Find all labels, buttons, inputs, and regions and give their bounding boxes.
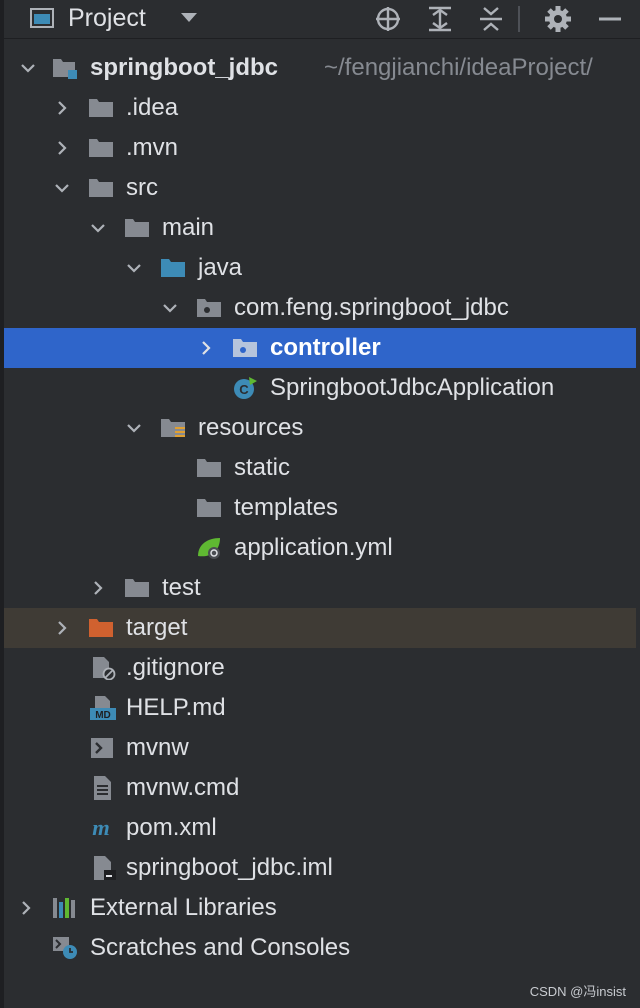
spring-config-icon	[198, 538, 220, 559]
tree-row-gitignore[interactable]: .gitignore	[4, 648, 636, 688]
tree-row-application-yml[interactable]: application.yml	[4, 528, 636, 568]
chevron-right-icon[interactable]	[90, 580, 106, 596]
project-panel-icon[interactable]	[30, 8, 54, 28]
gitignore-label: .gitignore	[126, 654, 225, 681]
chevron-down-icon[interactable]	[162, 300, 178, 316]
chevron-right-icon[interactable]	[18, 900, 34, 916]
chevron-down-icon[interactable]	[90, 220, 106, 236]
tree-row-test[interactable]: test	[4, 568, 636, 608]
tree-row-mvnw[interactable]: mvnw	[4, 728, 636, 768]
resources-label: resources	[198, 414, 304, 441]
tree-row-main[interactable]: main	[4, 208, 636, 248]
project-toolbar: Project	[0, 0, 640, 39]
folder-icon	[89, 139, 113, 157]
help-label: HELP.md	[126, 694, 226, 721]
idea-label: .idea	[126, 94, 179, 121]
chevron-right-icon[interactable]	[54, 100, 70, 116]
application-yml-label: application.yml	[234, 534, 393, 561]
tree-row-scratches[interactable]: Scratches and Consoles	[4, 928, 636, 968]
tree-row-templates[interactable]: templates	[4, 488, 636, 528]
chevron-down-icon[interactable]	[54, 180, 70, 196]
tree-row-idea[interactable]: .idea	[4, 88, 636, 128]
collapse-all-icon[interactable]	[477, 5, 505, 33]
toolbar-separator	[518, 6, 520, 32]
static-label: static	[234, 454, 291, 481]
package-icon	[197, 299, 221, 317]
folder-icon	[197, 459, 221, 477]
test-label: test	[162, 574, 201, 601]
svg-text:MD: MD	[95, 710, 111, 720]
folder-icon	[125, 579, 149, 597]
src-label: src	[126, 174, 158, 201]
shell-script-icon	[91, 738, 113, 758]
java-label: java	[198, 254, 243, 281]
spring-boot-class-icon: C	[234, 377, 257, 399]
templates-label: templates	[234, 494, 339, 521]
tree-row-package[interactable]: com.feng.springboot_jdbc	[4, 288, 636, 328]
tree-row-src[interactable]: src	[4, 168, 636, 208]
tree-row-help[interactable]: MD HELP.md	[4, 688, 636, 728]
chevron-down-icon[interactable]	[20, 60, 36, 76]
ignore-file-icon	[93, 657, 116, 680]
iml-label: springboot_jdbc.iml	[126, 854, 333, 881]
chevron-right-icon[interactable]	[198, 340, 214, 356]
scratches-icon	[53, 937, 77, 959]
tree-row-controller[interactable]: controller	[4, 328, 636, 368]
application-class-label: SpringbootJdbcApplication	[270, 374, 555, 401]
folder-icon	[197, 499, 221, 517]
svg-text:C: C	[239, 382, 249, 397]
svg-text:m: m	[92, 816, 110, 840]
tree-row-application-class[interactable]: C SpringbootJdbcApplication	[4, 368, 636, 408]
module-file-icon	[94, 856, 116, 880]
resources-folder-icon	[161, 419, 185, 437]
source-folder-icon	[161, 259, 185, 277]
package-icon	[233, 339, 257, 357]
chevron-right-icon[interactable]	[54, 140, 70, 156]
tree-row-java[interactable]: java	[4, 248, 636, 288]
gear-icon[interactable]	[544, 5, 572, 33]
tree-row-iml[interactable]: springboot_jdbc.iml	[4, 848, 636, 888]
module-folder-icon	[53, 59, 77, 79]
target-label: target	[126, 614, 188, 641]
tree-row-resources[interactable]: resources	[4, 408, 636, 448]
hide-icon[interactable]	[596, 5, 624, 33]
chevron-right-icon[interactable]	[54, 620, 70, 636]
mvnw-cmd-label: mvnw.cmd	[126, 774, 240, 801]
folder-icon	[89, 99, 113, 117]
scratches-label: Scratches and Consoles	[90, 934, 351, 961]
maven-icon: m	[92, 816, 110, 840]
watermark: CSDN @冯insist	[529, 984, 626, 999]
text-file-icon	[94, 776, 111, 800]
tree-row-target[interactable]: target	[4, 608, 636, 648]
controller-label: controller	[270, 334, 381, 361]
markdown-file-icon: MD	[90, 696, 116, 720]
root-label: springboot_jdbc	[90, 54, 278, 81]
tree-row-mvnw-cmd[interactable]: mvnw.cmd	[4, 768, 636, 808]
pom-label: pom.xml	[126, 814, 217, 841]
folder-icon	[89, 179, 113, 197]
tree-row-mvn[interactable]: .mvn	[4, 128, 636, 168]
folder-icon	[125, 219, 149, 237]
package-label: com.feng.springboot_jdbc	[234, 294, 509, 321]
main-label: main	[162, 214, 215, 241]
dropdown-icon[interactable]	[180, 12, 198, 24]
locate-icon[interactable]	[374, 5, 402, 33]
external-libraries-label: External Libraries	[90, 894, 277, 921]
chevron-down-icon[interactable]	[126, 260, 142, 276]
chevron-down-icon[interactable]	[126, 420, 142, 436]
excluded-folder-icon	[89, 619, 113, 637]
panel-title[interactable]: Project	[68, 4, 146, 33]
root-path: ~/fengjianchi/ideaProject/	[324, 54, 593, 81]
libraries-icon	[53, 898, 75, 918]
mvnw-label: mvnw	[126, 734, 189, 761]
tree-row-pom[interactable]: m pom.xml	[4, 808, 636, 848]
tree-row-external-libraries[interactable]: External Libraries	[4, 888, 636, 928]
mvn-label: .mvn	[126, 134, 179, 161]
tree-row-static[interactable]: static	[4, 448, 636, 488]
expand-all-icon[interactable]	[426, 5, 454, 33]
tree-row-root[interactable]: springboot_jdbc ~/fengjianchi/ideaProjec…	[4, 48, 636, 88]
